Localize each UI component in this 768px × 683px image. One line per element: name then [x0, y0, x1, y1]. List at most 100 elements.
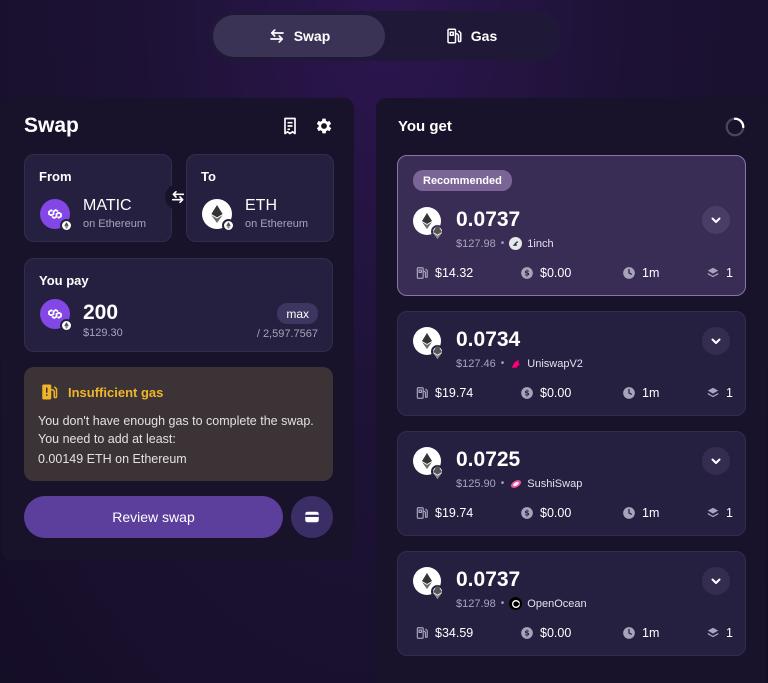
- layers-icon: [707, 267, 719, 278]
- route-time: 1m: [622, 266, 659, 280]
- gas-pump-warning-icon: [42, 384, 58, 400]
- route-amount: 0.0737: [456, 208, 521, 231]
- route-amount: 0.0734: [456, 328, 521, 351]
- route-fee: $ $0.00: [520, 266, 571, 280]
- ethereum-chain-icon: [431, 344, 444, 359]
- settings-button[interactable]: [314, 116, 334, 136]
- fee-value: $0.00: [540, 266, 572, 280]
- eth-token-icon: [413, 567, 444, 599]
- chevron-down-icon: [711, 458, 721, 464]
- fee-value: $0.00: [540, 386, 572, 400]
- ethereum-chain-icon: [60, 219, 73, 232]
- clock-icon: [623, 387, 635, 399]
- routes-title: You get: [398, 118, 452, 135]
- steps-value: 1: [726, 386, 733, 400]
- gas-pump-icon: [416, 267, 428, 279]
- route-amount: 0.0725: [456, 448, 521, 471]
- uniswap-logo-icon: [509, 357, 522, 370]
- pay-amount-card: You pay 200 $129.30 max / 2,597.7567: [24, 258, 333, 352]
- to-token-selector[interactable]: To ETH on Ethereum: [186, 154, 334, 242]
- route-subline: $127.98 • 1inch: [456, 237, 554, 250]
- expand-route-button[interactable]: [702, 567, 730, 595]
- pay-amount-input[interactable]: 200: [83, 301, 118, 325]
- alert-message: You don't have enough gas to complete th…: [38, 414, 314, 446]
- route-steps: 1: [706, 626, 733, 640]
- layers-icon: [707, 627, 719, 638]
- 1inch-logo-icon: [509, 237, 523, 250]
- route-gas-cost: $34.59: [415, 626, 473, 640]
- receipt-icon: [284, 117, 296, 135]
- route-card[interactable]: 0.0725 $125.90 • SushiSwap $19.74 $ $0.0…: [397, 431, 746, 536]
- loading-spinner-icon: [725, 117, 745, 137]
- swap-arrows-icon: [171, 190, 185, 204]
- eth-token-icon: [413, 207, 444, 239]
- chevron-down-icon: [711, 217, 721, 223]
- route-time: 1m: [622, 626, 659, 640]
- gas-value: $14.32: [435, 266, 474, 280]
- ethereum-chain-icon: [60, 319, 73, 332]
- layers-icon: [707, 507, 719, 518]
- from-token-selector[interactable]: From MATIC on Ethereum: [24, 154, 172, 242]
- from-label: From: [39, 169, 72, 184]
- svg-text:$: $: [524, 389, 529, 398]
- route-fee: $ $0.00: [520, 386, 571, 400]
- openocean-logo-icon: [509, 597, 523, 610]
- route-provider: 1inch: [527, 237, 554, 250]
- route-usd: $127.98: [456, 597, 496, 610]
- tab-swap-label: Swap: [293, 28, 331, 44]
- steps-value: 1: [726, 506, 733, 520]
- wallet-icon: [305, 511, 319, 523]
- history-button[interactable]: [280, 116, 300, 136]
- to-token-symbol: ETH: [245, 197, 277, 214]
- ethereum-chain-icon: [431, 464, 444, 479]
- wallet-button[interactable]: [291, 496, 333, 538]
- route-gas-cost: $19.74: [415, 506, 473, 520]
- route-time: 1m: [622, 506, 659, 520]
- gear-icon: [316, 118, 332, 134]
- pay-label: You pay: [39, 273, 89, 288]
- ethereum-chain-icon: [431, 224, 444, 239]
- route-fee: $ $0.00: [520, 626, 571, 640]
- time-value: 1m: [642, 266, 660, 280]
- gas-value: $19.74: [435, 386, 474, 400]
- routes-panel: You get Recommended 0.0737 $127.98 • 1in…: [376, 98, 766, 683]
- expand-route-button[interactable]: [702, 447, 730, 475]
- max-button[interactable]: max: [277, 303, 318, 324]
- expand-route-button[interactable]: [702, 327, 730, 355]
- svg-text:$: $: [524, 509, 529, 518]
- gas-pump-icon: [447, 28, 462, 44]
- review-swap-button[interactable]: Review swap: [24, 496, 283, 538]
- expand-route-button[interactable]: [702, 206, 730, 234]
- route-amount: 0.0737: [456, 568, 521, 591]
- coin-icon: $: [521, 387, 533, 399]
- gas-value: $19.74: [435, 506, 474, 520]
- route-steps: 1: [706, 266, 733, 280]
- route-fee: $ $0.00: [520, 506, 571, 520]
- gas-pump-icon: [416, 387, 428, 399]
- ethereum-chain-icon: [222, 219, 235, 232]
- eth-token-icon: [413, 447, 444, 479]
- route-card[interactable]: 0.0737 $127.98 • OpenOcean $34.59 $ $0.0…: [397, 551, 746, 656]
- swap-panel: Swap From MATIC on Ethereum To ETH on Et…: [2, 98, 354, 560]
- route-usd: $127.98: [456, 237, 496, 250]
- ethereum-chain-icon: [431, 584, 444, 599]
- sushiswap-logo-icon: [509, 477, 522, 490]
- route-usd: $125.90: [456, 477, 496, 490]
- pay-usd-value: $129.30: [83, 327, 123, 339]
- swap-arrows-icon: [269, 29, 284, 43]
- route-usd: $127.46: [456, 357, 496, 370]
- matic-token-icon: [40, 299, 73, 332]
- steps-value: 1: [726, 266, 733, 280]
- fee-value: $0.00: [540, 626, 572, 640]
- chevron-down-icon: [711, 578, 721, 584]
- coin-icon: $: [521, 507, 533, 519]
- tab-swap[interactable]: Swap: [213, 15, 385, 57]
- matic-token-icon: [40, 199, 73, 232]
- route-steps: 1: [706, 506, 733, 520]
- alert-required-amount: 0.00149 ETH on Ethereum: [38, 452, 187, 466]
- route-gas-cost: $19.74: [415, 386, 473, 400]
- route-card[interactable]: 0.0734 $127.46 • UniswapV2 $19.74 $ $0.0…: [397, 311, 746, 416]
- route-card-recommended[interactable]: Recommended 0.0737 $127.98 • 1inch $14.3…: [397, 155, 746, 296]
- tab-gas-label: Gas: [470, 28, 498, 44]
- tab-gas[interactable]: Gas: [385, 15, 557, 57]
